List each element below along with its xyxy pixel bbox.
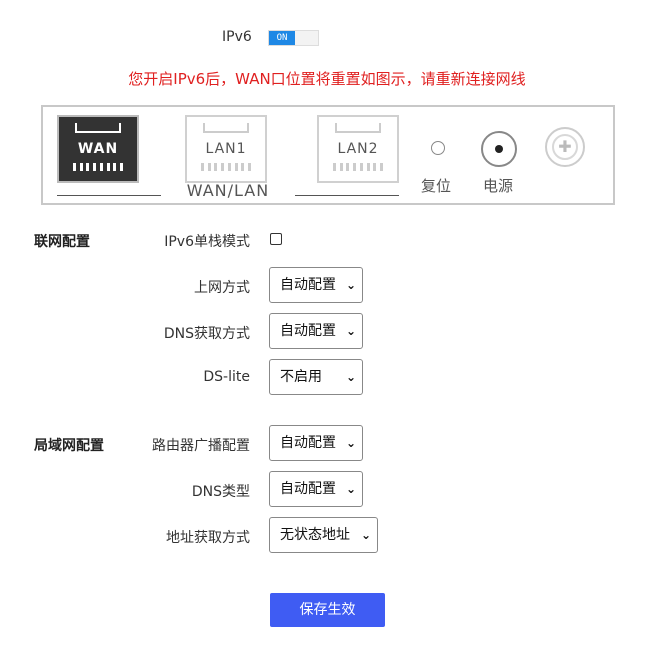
chevron-down-icon: ⌄ [345,370,356,384]
chevron-down-icon: ⌄ [345,324,356,338]
ipv6-row: IPv6 ON [0,28,654,50]
dns-type-select[interactable]: 自动配置 ⌄ [269,471,363,507]
reset-label: 复位 [421,177,452,195]
chevron-down-icon: ⌄ [345,278,356,292]
power-label: 电源 [483,177,514,195]
lan1-port-label: LAN1 [205,141,247,157]
single-stack-label: IPv6单栈模式 [164,234,250,250]
conn-type-label: 上网方式 [194,280,250,296]
ipv6-toggle[interactable]: ON [268,30,319,46]
addr-mode-select[interactable]: 无状态地址 ⌄ [269,517,378,553]
power-button-icon [481,131,517,167]
chevron-down-icon: ⌄ [345,482,356,496]
dns-type-label: DNS类型 [191,484,250,500]
wan-lan-group-label: WAN/LAN [186,181,270,200]
toggle-on-text: ON [269,31,295,45]
dns-mode-select[interactable]: 自动配置 ⌄ [269,313,363,349]
lan2-port-label: LAN2 [337,141,379,157]
addr-mode-label: 地址获取方式 [166,530,250,546]
router-adv-label: 路由器广播配置 [152,438,250,454]
network-config-title: 联网配置 [34,234,90,250]
chevron-down-icon: ⌄ [360,528,371,542]
dns-mode-label: DNS获取方式 [163,326,250,342]
router-adv-select[interactable]: 自动配置 ⌄ [269,425,363,461]
conn-type-select[interactable]: 自动配置 ⌄ [269,267,363,303]
lan1-port: LAN1 [185,115,267,183]
antenna-connector-icon: ✚ [545,127,585,167]
save-button[interactable]: 保存生效 [270,593,385,627]
router-diagram: WAN LAN1 LAN2 WAN/LAN 复位 电源 ✚ [41,105,615,205]
ipv6-warning: 您开启IPv6后，WAN口位置将重置如图示，请重新连接网线 [128,70,526,88]
wan-port-label: WAN [77,141,119,157]
dslite-label: DS-lite [203,369,250,385]
chevron-down-icon: ⌄ [345,436,356,450]
single-stack-checkbox[interactable] [270,233,282,245]
divider-line [57,195,161,196]
reset-hole-icon [431,141,445,155]
ipv6-label: IPv6 [222,29,252,45]
dslite-select[interactable]: 不启用 ⌄ [269,359,363,395]
wan-port: WAN [57,115,139,183]
lan-config-title: 局域网配置 [34,438,104,454]
lan2-port: LAN2 [317,115,399,183]
divider-line [295,195,399,196]
